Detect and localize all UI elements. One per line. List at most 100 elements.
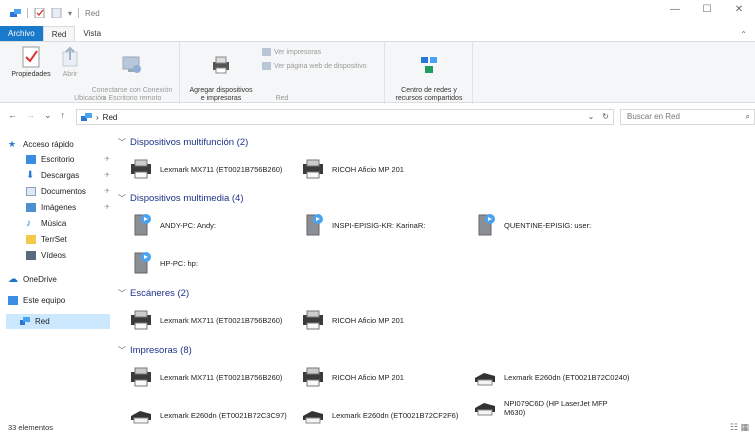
device-item[interactable]: RICOH Aficio MP 201 xyxy=(300,306,470,334)
documents-icon xyxy=(26,186,36,196)
nav-quick-access-label: Acceso rápido xyxy=(23,139,74,149)
add-printer-icon xyxy=(213,56,229,74)
printer-icon xyxy=(303,367,323,387)
pin-icon[interactable]: ✈ xyxy=(104,171,110,179)
address-actions: ⌄ ↻ xyxy=(588,112,609,121)
device-label: HP-PC: hp: xyxy=(160,258,198,268)
ribbon-tabs: Archivo Red Vista xyxy=(0,26,755,42)
nav-este-equipo[interactable]: Este equipo xyxy=(8,293,65,307)
device-item[interactable]: NPI079C6D (HP LaserJet MFP M630) xyxy=(472,395,622,417)
search-icon[interactable]: ⌕ xyxy=(746,110,750,124)
nav-item-label: TerrSet xyxy=(41,234,67,244)
search-input[interactable]: Buscar en Red ⌕ xyxy=(620,109,755,125)
breadcrumb-red[interactable]: Red xyxy=(103,113,118,122)
folder-icon xyxy=(26,234,36,244)
device-item[interactable]: INSPI-EPISIG-KR: KarinaR: xyxy=(300,211,470,239)
nav-terrset[interactable]: TerrSet xyxy=(26,232,112,246)
nav-item-label: Documentos xyxy=(41,186,86,196)
collapse-chevron-icon[interactable]: ﹀ xyxy=(118,345,126,356)
scanner-icon xyxy=(303,310,323,330)
abrir-button[interactable]: Abrir xyxy=(58,46,82,79)
divider xyxy=(78,8,80,18)
video-icon xyxy=(26,250,36,260)
device-item[interactable]: ANDY-PC: Andy: xyxy=(128,211,298,239)
device-label: Lexmark MX711 (ET0021B756B260) xyxy=(160,372,283,382)
web-page-icon xyxy=(262,62,271,70)
printer-icon xyxy=(131,159,151,179)
device-item[interactable]: RICOH Aficio MP 201 xyxy=(300,155,470,183)
ver-impresoras-button[interactable]: Ver impresoras xyxy=(262,48,321,56)
nav-musica[interactable]: ♪ Música xyxy=(26,216,112,230)
device-item[interactable]: Lexmark MX711 (ET0021B756B260) xyxy=(128,363,298,391)
nav-documentos[interactable]: Documentos ✈ xyxy=(26,184,112,198)
printer-icon xyxy=(303,159,323,179)
group-header-multifuncion[interactable]: ﹀ Dispositivos multifunción (2) xyxy=(118,135,748,149)
refresh-icon[interactable]: ↻ xyxy=(602,112,609,121)
nav-item-label: Música xyxy=(41,218,67,228)
printer-icon xyxy=(131,367,151,387)
device-item[interactable]: Lexmark E260dn (ET0021B72C0240) xyxy=(472,363,647,391)
back-arrow-icon[interactable]: ← xyxy=(8,110,17,121)
nav-imagenes[interactable]: Imágenes ✈ xyxy=(26,200,112,214)
device-label: Lexmark MX711 (ET0021B756B260) xyxy=(160,315,283,325)
new-folder-icon[interactable] xyxy=(51,7,62,19)
group-header-impresoras[interactable]: ﹀ Impresoras (8) xyxy=(118,343,748,357)
ribbon-collapse-icon[interactable]: ⌃ xyxy=(740,30,747,39)
collapse-chevron-icon[interactable]: ﹀ xyxy=(118,193,126,204)
pin-icon[interactable]: ✈ xyxy=(104,203,110,211)
device-item[interactable]: RICOH Aficio MP 201 xyxy=(300,363,470,391)
ver-impresoras-label: Ver impresoras xyxy=(274,48,322,56)
cloud-icon: ☁ xyxy=(8,273,18,285)
network-location-icon xyxy=(81,112,92,121)
nav-quick-access[interactable]: ★ Acceso rápido xyxy=(8,137,74,151)
nav-onedrive[interactable]: ☁ OneDrive xyxy=(8,272,57,286)
collapse-chevron-icon[interactable]: ﹀ xyxy=(118,288,126,299)
device-item[interactable]: Lexmark MX711 (ET0021B756B260) xyxy=(128,155,298,183)
tab-vista[interactable]: Vista xyxy=(75,26,109,42)
customize-dropdown-icon[interactable]: ▾ xyxy=(68,9,72,18)
device-label: RICOH Aficio MP 201 xyxy=(332,372,404,382)
music-note-icon: ♪ xyxy=(26,217,31,229)
tab-archivo[interactable]: Archivo xyxy=(0,26,43,42)
device-label: Lexmark E260dn (ET0021B72C0240) xyxy=(504,372,630,382)
maximize-button[interactable]: ☐ xyxy=(691,4,723,15)
divider xyxy=(27,8,28,18)
nav-escritorio[interactable]: Escritorio ✈ xyxy=(26,152,112,166)
recent-locations-chevron-icon[interactable]: ⌄ xyxy=(44,110,52,121)
pin-icon[interactable]: ✈ xyxy=(104,187,110,195)
device-item[interactable]: HP-PC: hp: xyxy=(128,249,298,277)
propiedades-button[interactable]: Propiedades xyxy=(8,46,54,79)
minimize-button[interactable]: — xyxy=(659,4,691,15)
laser-printer-icon xyxy=(475,403,495,416)
properties-icon xyxy=(22,46,40,68)
forward-arrow-icon[interactable]: → xyxy=(26,110,35,121)
nav-descargas[interactable]: ⬇ Descargas ✈ xyxy=(26,168,112,182)
network-center-icon xyxy=(421,57,437,73)
media-pc-icon xyxy=(134,214,151,236)
tab-red[interactable]: Red xyxy=(42,26,76,42)
group-header-escaneres[interactable]: ﹀ Escáneres (2) xyxy=(118,286,748,300)
group-label-red: Red xyxy=(275,95,289,102)
group-header-label: Dispositivos multifunción (2) xyxy=(130,136,249,148)
close-button[interactable]: ✕ xyxy=(723,4,755,15)
group-header-multimedia[interactable]: ﹀ Dispositivos multimedia (4) xyxy=(118,191,748,205)
nav-item-label: Vídeos xyxy=(41,250,66,260)
group-header-label: Dispositivos multimedia (4) xyxy=(130,192,244,204)
up-arrow-icon[interactable]: ↑ xyxy=(61,110,66,121)
nav-red[interactable]: Red xyxy=(6,314,110,329)
pin-icon[interactable]: ✈ xyxy=(104,155,110,163)
device-item[interactable]: Lexmark MX711 (ET0021B756B260) xyxy=(128,306,298,334)
device-item[interactable]: QUENTINE-EPISIG: user: xyxy=(472,211,642,239)
ver-pagina-label: Ver página web de dispositivo xyxy=(274,62,367,70)
scanner-icon xyxy=(131,310,151,330)
centro-redes-button[interactable]: Centro de redes y recursos compartidos xyxy=(387,46,471,103)
collapse-chevron-icon[interactable]: ﹀ xyxy=(118,137,126,148)
nav-onedrive-label: OneDrive xyxy=(23,274,57,284)
address-bar[interactable]: › Red ⌄ ↻ xyxy=(76,109,614,125)
ver-pagina-web-button[interactable]: Ver página web de dispositivo xyxy=(262,62,367,70)
nav-item-label: Imágenes xyxy=(41,202,77,212)
properties-check-icon[interactable] xyxy=(34,7,45,19)
view-toggle-icons[interactable]: ☷ ▦ xyxy=(730,422,749,433)
address-dropdown-icon[interactable]: ⌄ xyxy=(588,112,595,121)
nav-videos[interactable]: Vídeos xyxy=(26,248,112,262)
